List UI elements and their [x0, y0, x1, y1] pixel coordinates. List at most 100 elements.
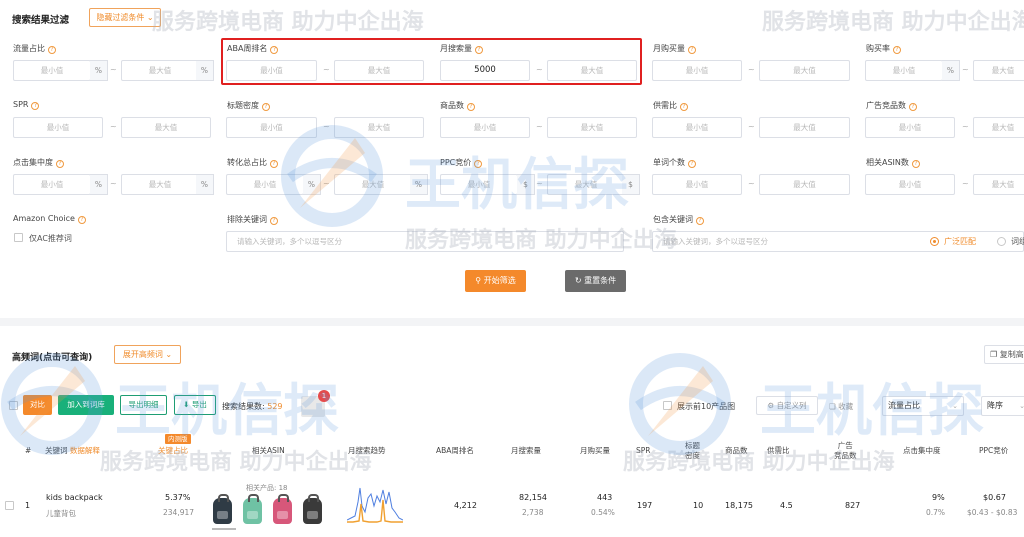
monthly-purchase-max[interactable]: 最大值 — [759, 60, 850, 81]
keyword-text[interactable]: kids backpack — [46, 493, 103, 502]
col-hash: # — [25, 446, 32, 455]
purchase-rate-max[interactable]: 最大值 — [973, 60, 1024, 81]
supply-ratio-max[interactable]: 最大值 — [759, 117, 850, 138]
show-top10-checkbox[interactable] — [663, 401, 672, 410]
monthly-search-sub: 2,738 — [522, 508, 544, 517]
exclude-keyword-input[interactable]: 请输入关键词，多个以逗号区分 — [226, 231, 624, 252]
broad-match-radio[interactable] — [930, 237, 939, 246]
word-count-min[interactable]: 最小值 — [652, 174, 742, 195]
spr-min[interactable]: 最小值 — [13, 117, 103, 138]
range-dash: ~ — [962, 65, 969, 74]
label-traffic-share: 流量占比? — [13, 43, 56, 54]
order-select[interactable]: 降序 ⌄ — [981, 396, 1024, 416]
beta-tag: 内测版 — [165, 434, 191, 444]
hide-filter-button[interactable]: 隐藏过滤条件 ⌄ — [89, 8, 161, 27]
label-related-asin: 相关ASIN数? — [866, 157, 920, 168]
product-image[interactable] — [303, 494, 322, 524]
col-supply-ratio[interactable]: 供需比 — [767, 446, 790, 456]
product-image[interactable] — [243, 494, 262, 524]
percent-unit: % — [303, 174, 321, 195]
label-supply-ratio: 供需比? — [653, 100, 688, 111]
click-conc-min[interactable]: 最小值 — [13, 174, 91, 195]
col-ppc[interactable]: PPC竞价 — [979, 446, 1008, 456]
help-icon: ? — [262, 103, 270, 111]
col-traffic-share[interactable]: 关键占比 — [158, 446, 188, 456]
col-monthly-purchase[interactable]: 月购买量 — [580, 446, 610, 456]
supply-ratio-min[interactable]: 最小值 — [652, 117, 742, 138]
add-to-library-button[interactable]: 加入到词库 — [58, 395, 114, 415]
related-asin-max[interactable]: 最大值 — [973, 174, 1024, 195]
col-click-concentration[interactable]: 点击集中度 — [903, 446, 941, 456]
ad-products-max[interactable]: 最大值 — [973, 117, 1024, 138]
start-filter-button[interactable]: ⚲ 开始筛选 — [465, 270, 526, 292]
col-aba-rank[interactable]: ABA周排名 — [436, 446, 474, 456]
range-dash: ~ — [962, 122, 969, 131]
product-image[interactable] — [213, 494, 232, 524]
label-click-concentration: 点击集中度? — [13, 157, 64, 168]
product-count-min[interactable]: 最小值 — [440, 117, 530, 138]
traffic-share-min[interactable]: 最小值 — [13, 60, 91, 81]
label-exclude-kw: 排除关键词? — [227, 214, 278, 225]
ad-products-min[interactable]: 最小值 — [865, 117, 955, 138]
product-image[interactable] — [273, 494, 292, 524]
help-icon: ? — [56, 160, 64, 168]
compare-button[interactable]: 对比 — [23, 395, 52, 415]
ac-only-checkbox[interactable] — [14, 233, 23, 242]
chevron-down-icon: ⌄ — [146, 13, 154, 22]
copy-button[interactable]: ❐ 复制高 — [984, 345, 1024, 364]
col-monthly-search[interactable]: 月搜索量 — [511, 446, 541, 456]
broad-match-label: 广泛匹配 — [944, 237, 976, 246]
select-all-checkbox[interactable] — [9, 401, 18, 410]
range-dash: ~ — [323, 179, 330, 188]
reset-button[interactable]: ↻ 重置条件 — [565, 270, 626, 292]
help-icon: ? — [688, 46, 696, 54]
col-monthly-trend: 月搜索趋势 — [348, 446, 386, 455]
custom-columns-button[interactable]: ⚙ 自定义列 — [756, 396, 818, 415]
expand-high-freq-button[interactable]: 展开高频词 ⌄ — [114, 345, 181, 364]
related-asin-min[interactable]: 最小值 — [865, 174, 955, 195]
label-purchase-rate: 购买率? — [866, 43, 901, 54]
related-products-count: 相关产品: 18 — [246, 484, 288, 492]
label-word-count: 单词个数? — [653, 157, 696, 168]
dollar-unit: $ — [622, 174, 640, 195]
row-checkbox[interactable] — [5, 501, 14, 510]
purchase-rate-value: 0.54% — [591, 508, 615, 517]
range-dash: ~ — [110, 65, 117, 74]
col-spr[interactable]: SPR — [636, 446, 651, 456]
export-detail-button[interactable]: 导出明细 — [120, 395, 167, 415]
ppc-max[interactable]: 最大值 — [547, 174, 625, 195]
help-icon: ? — [48, 46, 56, 54]
col-related-asin: 相关ASIN — [252, 446, 285, 455]
product-count-max[interactable]: 最大值 — [547, 117, 637, 138]
traffic-share-max[interactable]: 最大值 — [121, 60, 199, 81]
phrase-match-radio[interactable] — [997, 237, 1006, 246]
click-conc-max[interactable]: 最大值 — [121, 174, 199, 195]
conversion-share-min[interactable]: 最小值 — [226, 174, 304, 195]
range-dash: ~ — [536, 179, 543, 188]
help-icon: ? — [680, 103, 688, 111]
col-title-density[interactable]: 标题 密度 — [685, 441, 700, 461]
image-indicator — [212, 528, 236, 530]
col-ad-products[interactable]: 广告 竞品数 — [834, 441, 857, 461]
title-density-max[interactable]: 最大值 — [334, 117, 424, 138]
help-icon: ? — [77, 216, 86, 224]
conversion-share-max[interactable]: 最大值 — [334, 174, 412, 195]
purchase-rate-min[interactable]: 最小值 — [865, 60, 943, 81]
spr-max[interactable]: 最大值 — [121, 117, 211, 138]
word-count-max[interactable]: 最大值 — [759, 174, 850, 195]
help-icon: ? — [893, 46, 901, 54]
click-conc-sub: 0.7% — [926, 508, 946, 517]
results-panel: 高频词(点击可查询) 展开高频词 ⌄ ❐ 复制高 对比 加入到词库 导出明细 ⬇… — [0, 326, 1024, 537]
col-products[interactable]: 商品数 — [725, 446, 748, 456]
title-density-min[interactable]: 最小值 — [226, 117, 317, 138]
export-button[interactable]: ⬇ 导出 — [174, 395, 216, 415]
label-title-density: 标题密度? — [227, 100, 270, 111]
ppc-min[interactable]: 最小值 — [440, 174, 518, 195]
spr-value: 197 — [637, 501, 653, 510]
collect-button[interactable]: ❏ 收藏 — [829, 401, 853, 412]
sort-by-select[interactable]: 流量占比 ⌄ — [882, 396, 964, 416]
monthly-purchase-min[interactable]: 最小值 — [652, 60, 742, 81]
bookmark-icon: ❏ — [829, 402, 836, 411]
filter-icon: ⚲ — [475, 276, 482, 285]
monthly-search-value: 82,154 — [519, 493, 547, 502]
